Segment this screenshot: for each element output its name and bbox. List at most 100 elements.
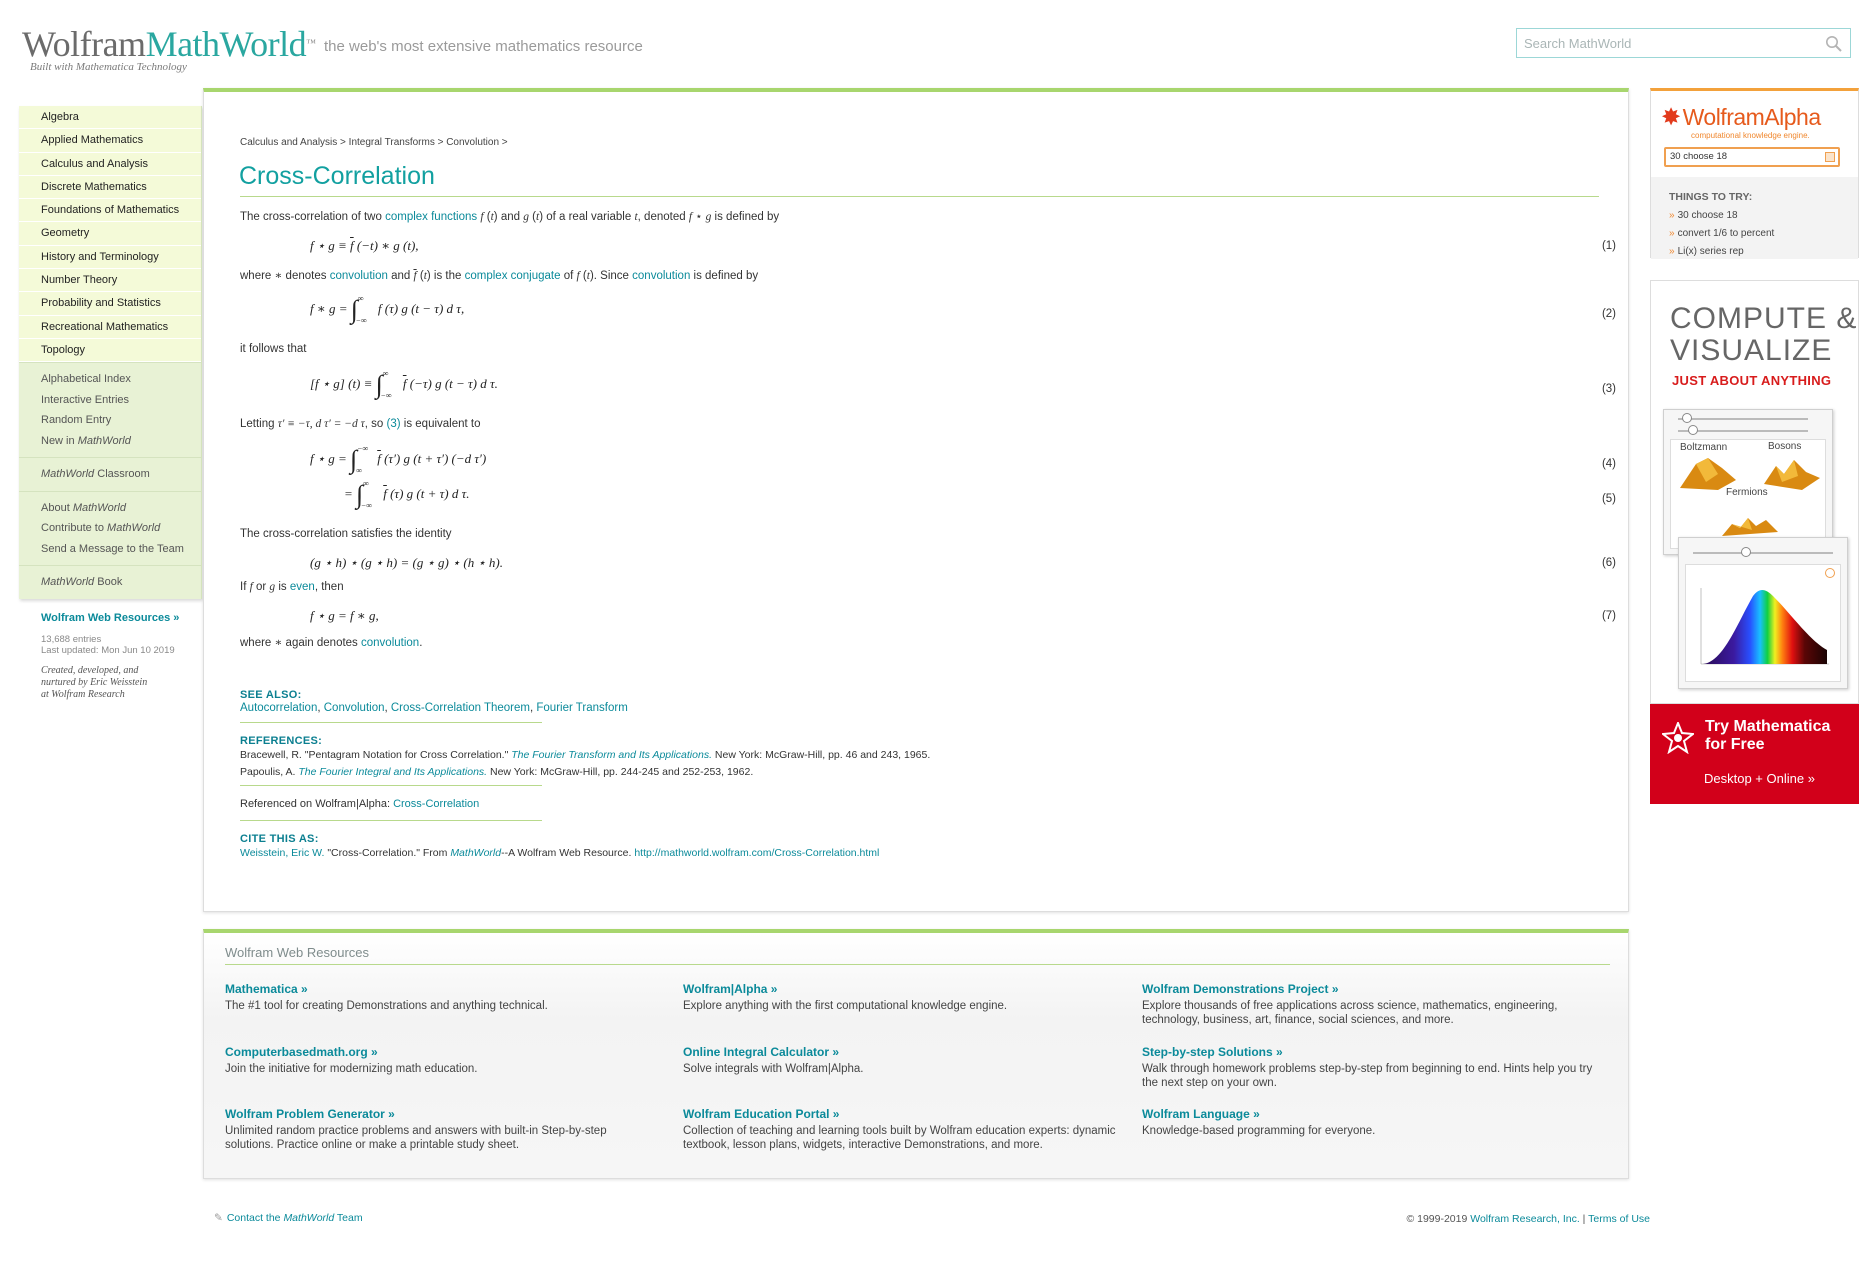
equation-number-7: (7): [1601, 610, 1616, 622]
wolfram-research-link[interactable]: Wolfram Research, Inc.: [1470, 1213, 1580, 1225]
article-panel: Calculus and Analysis > Integral Transfo…: [203, 88, 1629, 912]
resource-link[interactable]: Online Integral Calculator »: [683, 1045, 839, 1059]
wolframalpha-cross-correlation-link[interactable]: Cross-Correlation: [393, 798, 479, 810]
link-even[interactable]: even: [290, 581, 315, 593]
nav-probability-and-statistics[interactable]: Probability and Statistics: [19, 292, 201, 316]
see-also-fourier-transform[interactable]: Fourier Transform: [536, 702, 627, 714]
link-equation-3[interactable]: (3): [387, 418, 401, 430]
boltzmann-surface-plot: [1680, 458, 1736, 490]
reference-1: Bracewell, R. "Pentagram Notation for Cr…: [240, 749, 931, 761]
divider: [240, 785, 542, 786]
paragraph-2: where ∗ denotes convolution and f (t) is…: [240, 270, 759, 282]
wolfram-web-resources: Wolfram Web Resources Mathematica » The …: [203, 929, 1629, 1179]
example-link-3[interactable]: » Li(x) series rep: [1669, 246, 1744, 257]
nav-group-book: MathWorld Book: [19, 565, 201, 599]
see-also-list: Autocorrelation, Convolution, Cross-Corr…: [240, 702, 628, 714]
nav-alphabetical-index[interactable]: Alphabetical Index: [41, 369, 201, 390]
citation: Weisstein, Eric W. "Cross-Correlation." …: [240, 847, 880, 859]
nav-algebra[interactable]: Algebra: [19, 106, 201, 130]
nav-recreational-mathematics[interactable]: Recreational Mathematics: [19, 315, 201, 339]
link-convolution-3[interactable]: convolution: [361, 637, 419, 649]
resource-link[interactable]: Wolfram Education Portal »: [683, 1107, 839, 1121]
web-resources-sidebar: Wolfram Web Resources » 13,688 entries L…: [41, 608, 201, 701]
wolframalpha-input[interactable]: 30 choose 18: [1664, 147, 1840, 167]
paragraph-3: it follows that: [240, 343, 307, 355]
equation-5: = ∫∞−∞ f (τ) g (t + τ) d τ.: [344, 478, 470, 510]
resource-description: Solve integrals with Wolfram|Alpha.: [683, 1063, 864, 1075]
page-title: Cross-Correlation: [239, 162, 435, 190]
resource-wolfram-language: Wolfram Language » Knowledge-based progr…: [1142, 1105, 1602, 1138]
nav-new-in-mathworld[interactable]: New in MathWorld: [41, 431, 201, 452]
cite-author-link[interactable]: Weisstein, Eric W.: [240, 847, 324, 859]
equation-4: f ⋆ g = ∫−∞∞ f (τ′) g (t + τ′) (−d τ′): [310, 443, 487, 475]
see-also-autocorrelation[interactable]: Autocorrelation: [240, 702, 317, 714]
link-complex-conjugate[interactable]: complex conjugate: [465, 270, 561, 282]
nav-contribute[interactable]: Contribute to MathWorld: [41, 518, 201, 539]
equation-number-6: (6): [1601, 557, 1616, 569]
try-mathematica-button[interactable]: Try Mathematica for Free Desktop + Onlin…: [1650, 704, 1859, 804]
example-link-2[interactable]: » convert 1/6 to percent: [1669, 228, 1774, 239]
resource-description: The #1 tool for creating Demonstrations …: [225, 1000, 548, 1012]
nav-mathworld-classroom[interactable]: MathWorld Classroom: [41, 464, 201, 485]
nav-applied-mathematics[interactable]: Applied Mathematics: [19, 129, 201, 153]
wolfram-web-resources-link[interactable]: Wolfram Web Resources »: [41, 612, 179, 624]
search-icon[interactable]: [1825, 35, 1843, 53]
mathematica-promo[interactable]: COMPUTE & VISUALIZE JUST ABOUT ANYTHING …: [1650, 280, 1859, 704]
mathworld-logo[interactable]: WolframMathWorld™ Built with Mathematica…: [22, 24, 322, 74]
link-convolution-1[interactable]: convolution: [330, 270, 388, 282]
resource-link[interactable]: Wolfram|Alpha »: [683, 982, 777, 996]
nav-topology[interactable]: Topology: [19, 338, 201, 363]
nav-geometry[interactable]: Geometry: [19, 222, 201, 246]
wolframalpha-submit-icon[interactable]: [1825, 152, 1835, 162]
tagline: the web's most extensive mathematics res…: [324, 38, 643, 55]
see-also-convolution[interactable]: Convolution: [324, 702, 385, 714]
terms-of-use-link[interactable]: Terms of Use: [1588, 1213, 1650, 1225]
wolframalpha-reference: Referenced on Wolfram|Alpha: Cross-Corre…: [240, 798, 480, 810]
nav-discrete-mathematics[interactable]: Discrete Mathematics: [19, 175, 201, 200]
nav-history-and-terminology[interactable]: History and Terminology: [19, 245, 201, 270]
nav-number-theory[interactable]: Number Theory: [19, 269, 201, 293]
resource-link[interactable]: Mathematica »: [225, 982, 308, 996]
resource-description: Collection of teaching and learning tool…: [683, 1125, 1116, 1151]
resource-link[interactable]: Wolfram Problem Generator »: [225, 1107, 395, 1121]
try-mathematica-link[interactable]: Desktop + Online »: [1704, 771, 1815, 786]
nav-foundations-of-mathematics[interactable]: Foundations of Mathematics: [19, 199, 201, 223]
equation-7: f ⋆ g = f ∗ g,: [310, 608, 379, 623]
resource-description: Unlimited random practice problems and a…: [225, 1125, 607, 1151]
nav-group-index: Alphabetical Index Interactive Entries R…: [19, 362, 201, 458]
see-also-cross-correlation-theorem[interactable]: Cross-Correlation Theorem: [391, 702, 530, 714]
search-input[interactable]: [1517, 29, 1807, 57]
resource-link[interactable]: Wolfram Demonstrations Project »: [1142, 982, 1339, 996]
nav-send-message[interactable]: Send a Message to the Team: [41, 539, 201, 560]
resource-link[interactable]: Wolfram Language »: [1142, 1107, 1260, 1121]
paragraph-6: If f or g is even, then: [240, 581, 344, 593]
nav-interactive-entries[interactable]: Interactive Entries: [41, 390, 201, 411]
cite-mathworld[interactable]: MathWorld: [450, 847, 501, 859]
search-box: [1516, 28, 1851, 58]
resource-description: Explore thousands of free applications a…: [1142, 1000, 1558, 1026]
reference-1-book[interactable]: The Fourier Transform and Its Applicatio…: [511, 749, 712, 761]
wolframalpha-tagline: computational knowledge engine.: [1691, 131, 1810, 140]
reference-2-book[interactable]: The Fourier Integral and Its Application…: [298, 766, 487, 778]
see-also-heading: SEE ALSO:: [240, 689, 302, 701]
cite-url-link[interactable]: http://mathworld.wolfram.com/Cross-Corre…: [634, 847, 879, 859]
resource-link[interactable]: Computerbasedmath.org »: [225, 1045, 378, 1059]
resource-link[interactable]: Step-by-step Solutions »: [1142, 1045, 1283, 1059]
link-complex-functions[interactable]: complex functions: [385, 211, 477, 223]
link-convolution-2[interactable]: convolution: [632, 270, 690, 282]
wolframalpha-widget: ✸WolframAlpha computational knowledge en…: [1650, 88, 1859, 259]
breadcrumb[interactable]: Calculus and Analysis > Integral Transfo…: [240, 137, 508, 148]
equation-number-4: (4): [1601, 458, 1616, 470]
wolframalpha-logo[interactable]: ✸WolframAlpha: [1661, 103, 1821, 132]
things-to-try-heading: THINGS TO TRY:: [1669, 191, 1753, 203]
nav-about-mathworld[interactable]: About MathWorld: [41, 498, 201, 519]
nav-mathworld-book[interactable]: MathWorld Book: [41, 572, 201, 593]
nav-group-about: About MathWorld Contribute to MathWorld …: [19, 490, 201, 566]
try-mathematica-title: Try Mathematica for Free: [1705, 718, 1831, 753]
nav-calculus-and-analysis[interactable]: Calculus and Analysis: [19, 152, 201, 176]
example-link-1[interactable]: » 30 choose 18: [1669, 210, 1738, 221]
nav-random-entry[interactable]: Random Entry: [41, 410, 201, 431]
contact-team-link[interactable]: ✎ Contact the MathWorld Team: [214, 1212, 363, 1224]
bosons-surface-plot: [1764, 460, 1820, 490]
logo-wolfram: Wolfram: [22, 24, 146, 64]
